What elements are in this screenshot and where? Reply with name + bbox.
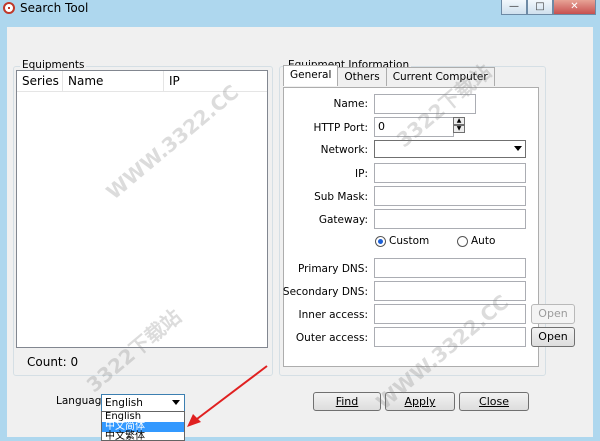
- ip-label: IP:: [355, 168, 368, 180]
- inner-access-label: Inner access:: [298, 309, 368, 321]
- network-select[interactable]: [374, 140, 526, 158]
- secondary-dns-label: Secondary DNS:: [282, 286, 368, 298]
- auto-radio[interactable]: Auto: [457, 235, 495, 247]
- find-button[interactable]: Find: [313, 392, 381, 411]
- chevron-down-icon: [172, 400, 180, 405]
- outer-access-label: Outer access:: [295, 332, 368, 344]
- network-label: Network:: [320, 144, 368, 156]
- maximize-button[interactable]: □: [527, 0, 553, 15]
- custom-radio[interactable]: Custom: [375, 235, 429, 247]
- window-title: Search Tool: [20, 1, 89, 15]
- gateway-label: Gateway:: [318, 214, 368, 226]
- close-button[interactable]: Close: [459, 392, 529, 411]
- title-bar[interactable]: Search Tool — □ ✕: [0, 0, 600, 18]
- info-tabs: General Others Current Computer: [283, 65, 495, 87]
- radio-unselected-icon: [457, 235, 468, 247]
- tab-others[interactable]: Others: [337, 67, 387, 86]
- name-field[interactable]: [374, 94, 476, 114]
- window-controls: — □ ✕: [501, 0, 596, 15]
- close-button-label: Close: [479, 395, 509, 408]
- auto-radio-label: Auto: [471, 235, 496, 247]
- submask-field[interactable]: [374, 186, 526, 206]
- spin-down-icon[interactable]: ▼: [453, 125, 465, 133]
- http-port-spinner[interactable]: ▲ ▼: [453, 117, 465, 133]
- name-label: Name:: [333, 98, 368, 110]
- custom-radio-label: Custom: [389, 235, 430, 247]
- tab-general[interactable]: General: [283, 65, 339, 86]
- spin-up-icon[interactable]: ▲: [453, 117, 465, 125]
- app-window: Search Tool — □ ✕ Equipments Series Name…: [0, 0, 600, 441]
- outer-access-field[interactable]: [374, 327, 526, 347]
- radio-selected-icon: [375, 235, 386, 247]
- inner-access-field[interactable]: [374, 304, 526, 324]
- close-window-button[interactable]: ✕: [553, 0, 596, 15]
- list-header: Series Name IP: [17, 71, 267, 92]
- submask-label: Sub Mask:: [314, 191, 368, 203]
- primary-dns-field[interactable]: [374, 258, 526, 278]
- primary-dns-label: Primary DNS:: [297, 263, 368, 275]
- language-selected-value: English: [105, 397, 143, 409]
- apply-button[interactable]: Apply: [385, 392, 455, 411]
- http-port-label: HTTP Port:: [313, 122, 368, 134]
- ip-field[interactable]: [374, 163, 526, 183]
- tab-current-computer[interactable]: Current Computer: [385, 67, 495, 86]
- app-logo-icon: [3, 2, 15, 14]
- apply-button-label: Apply: [404, 395, 436, 408]
- column-name[interactable]: Name: [63, 71, 164, 91]
- inner-open-button[interactable]: Open: [531, 304, 575, 324]
- column-series[interactable]: Series: [17, 71, 63, 91]
- find-button-label: Find: [335, 395, 359, 408]
- language-dropdown-list: English 中文简体 中文繁体: [101, 411, 185, 441]
- equipment-list[interactable]: Series Name IP: [16, 70, 268, 348]
- outer-open-button[interactable]: Open: [531, 327, 575, 347]
- count-label: Count: 0: [27, 355, 79, 369]
- secondary-dns-field[interactable]: [374, 281, 526, 301]
- language-select[interactable]: English: [101, 394, 185, 412]
- language-option-traditional-chinese[interactable]: 中文繁体: [102, 432, 184, 441]
- http-port-field[interactable]: 0: [374, 117, 454, 137]
- column-ip[interactable]: IP: [164, 71, 267, 91]
- gateway-field[interactable]: [374, 209, 526, 229]
- minimize-button[interactable]: —: [501, 0, 527, 15]
- chevron-down-icon: [514, 146, 522, 151]
